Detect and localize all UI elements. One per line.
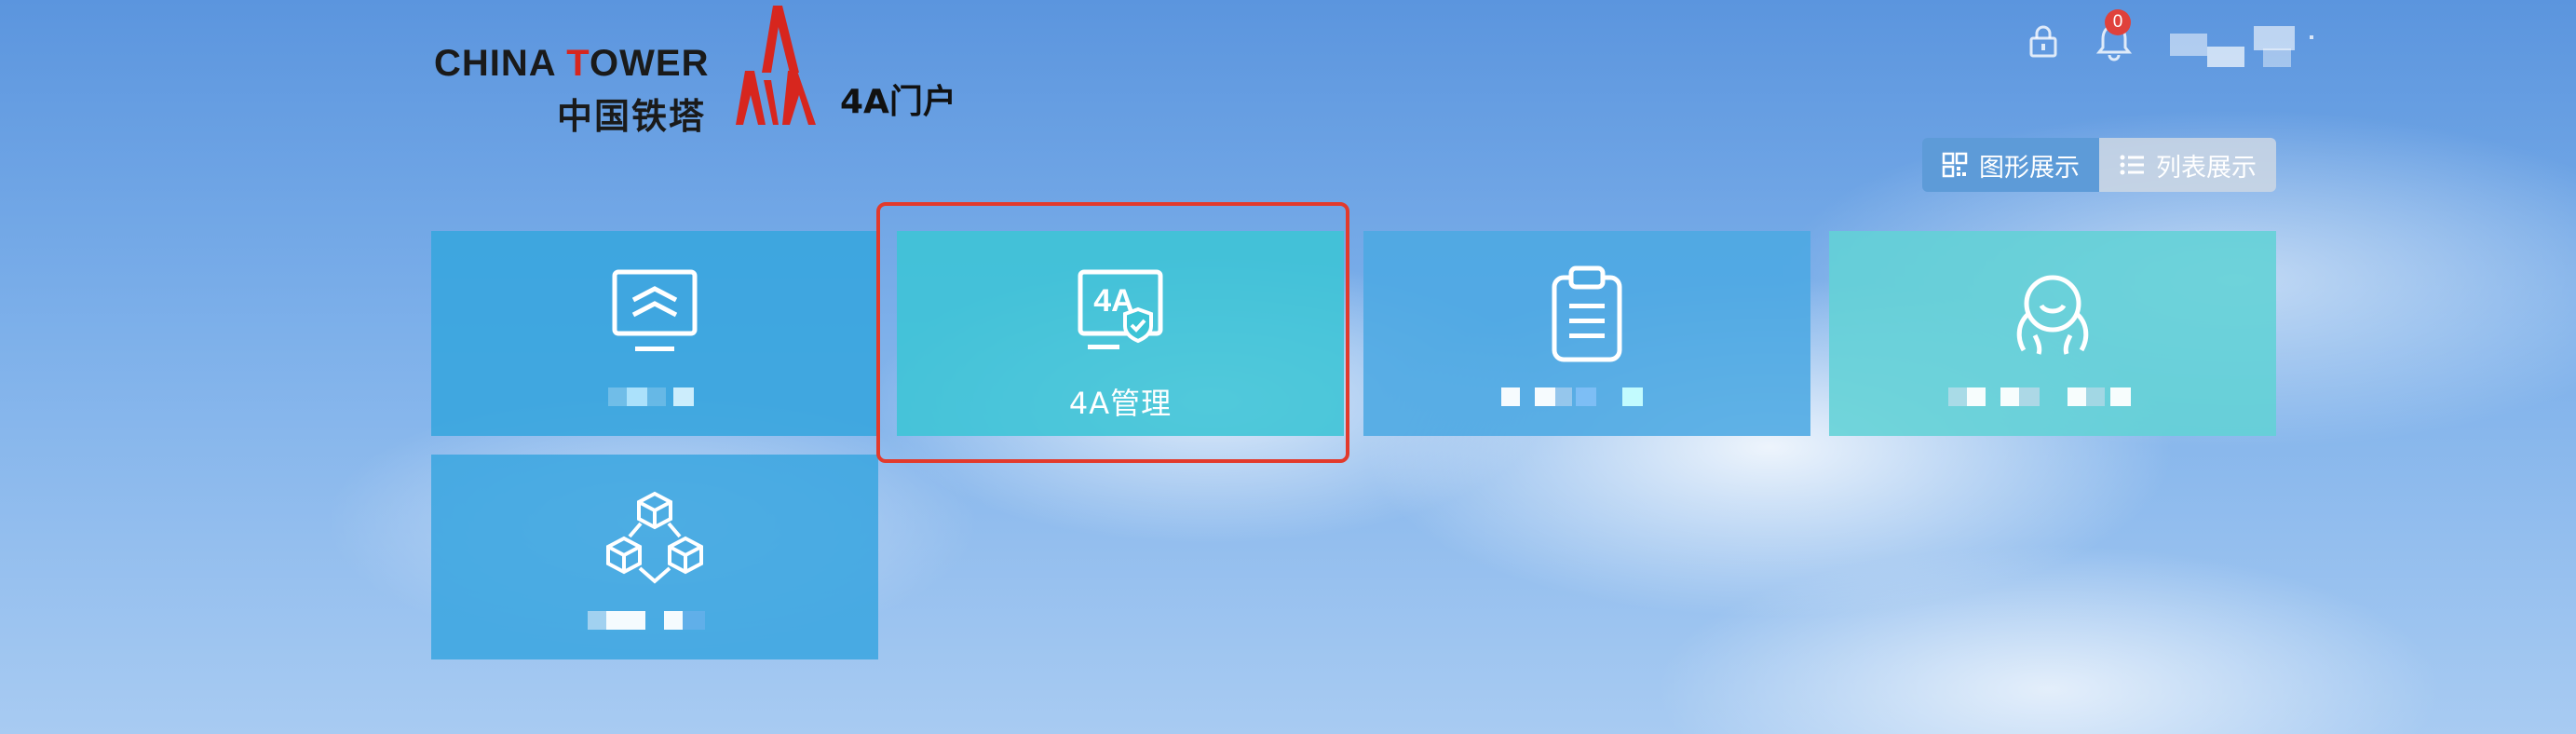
user-name-obscured[interactable]: [2170, 24, 2319, 67]
notification-badge: 0: [2105, 9, 2131, 35]
grid-view-label: 图形展示: [1979, 153, 2080, 183]
app-title: 4A门户: [840, 83, 956, 121]
obscured-label: [1948, 387, 2162, 406]
app-tile-1[interactable]: [431, 231, 878, 436]
logo-chinese-text: 中国铁塔: [557, 96, 707, 137]
china-tower-logo: CHINA TOWER 中国铁塔: [434, 6, 825, 137]
grid-view-button[interactable]: 图形展示: [1922, 138, 2099, 192]
view-toggle: 图形展示 列表展示: [1922, 138, 2276, 192]
tile-label-4a-management: 4A管理: [1068, 386, 1173, 421]
clipboard-icon: [1552, 265, 1622, 362]
app-tile-3[interactable]: [1363, 231, 1810, 436]
list-view-label: 列表展示: [2156, 153, 2257, 183]
obscured-label: [1501, 387, 1669, 406]
logo-english-text: CHINA TOWER: [434, 43, 710, 84]
grid-icon: [1942, 152, 1968, 178]
4a-shield-monitor-icon: 4A: [1078, 269, 1163, 349]
monitor-wave-icon: [612, 269, 698, 351]
cubes-network-icon: [606, 491, 703, 584]
app-tile-5[interactable]: [431, 455, 878, 659]
user-hands-icon: [2016, 275, 2089, 355]
obscured-label: [588, 611, 727, 630]
lock-icon[interactable]: [2028, 24, 2058, 58]
tower-logo-mark-icon: [736, 6, 816, 125]
app-tile-4a-management[interactable]: 4A 4A管理: [897, 231, 1344, 436]
obscured-label: [608, 387, 711, 406]
list-view-button[interactable]: 列表展示: [2099, 138, 2276, 192]
list-icon: [2120, 155, 2144, 175]
app-tile-4[interactable]: [1829, 231, 2276, 436]
